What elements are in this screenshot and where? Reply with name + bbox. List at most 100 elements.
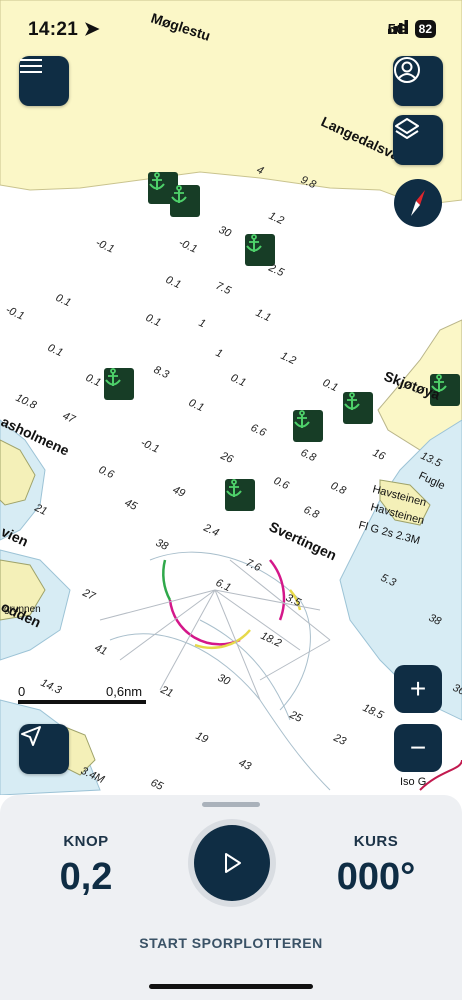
compass-needle-icon [411, 190, 425, 216]
navigation-arrow-icon [21, 726, 41, 746]
menu-button[interactable] [19, 56, 69, 106]
profile-button[interactable] [393, 56, 443, 106]
depth-sounding: 18.5 [361, 702, 386, 722]
depth-sounding: 0.1 [54, 292, 73, 309]
place-label: Svertingen [267, 518, 339, 563]
depth-sounding: 1.2 [279, 350, 298, 367]
status-time: 14:21 ➤ [28, 18, 100, 41]
place-label: Langedalsva [319, 113, 403, 163]
start-tracking-button[interactable] [188, 819, 276, 907]
depth-sounding: 21 [32, 501, 49, 517]
depth-sounding: 30 [217, 224, 234, 240]
status-right: 5G 82 [387, 20, 436, 38]
depth-sounding: 0.1 [144, 312, 163, 329]
locate-me-button[interactable] [19, 724, 69, 774]
depth-sounding: 45 [123, 497, 140, 513]
depth-sounding: -0.1 [94, 237, 116, 256]
depth-sounding: 16 [371, 447, 388, 463]
depth-sounding: 0.1 [46, 342, 65, 359]
depth-sounding: 6.1 [214, 577, 233, 594]
depth-sounding: 9.8 [299, 174, 319, 192]
depth-sounding: 47 [61, 410, 78, 426]
depth-sounding: 8.3 [152, 364, 172, 382]
depth-sounding: 18.2 [259, 630, 283, 650]
drag-handle[interactable] [202, 802, 260, 807]
scale-line [18, 700, 146, 704]
nautical-chart-map[interactable]: Møglestu Langedalsva Skjøtøya asholmene Sver… [0, 0, 462, 795]
speed-readout: KNOP 0,2 [16, 833, 156, 899]
minus-icon: − [409, 732, 427, 763]
depth-sounding: 43 [237, 757, 254, 773]
scale-bar: 0 0,6nm [18, 684, 148, 704]
place-label: grunnen [4, 604, 41, 615]
depth-sounding: 0.1 [84, 372, 103, 389]
home-indicator[interactable] [149, 984, 313, 989]
depth-sounding: 30 [216, 672, 233, 688]
layers-button[interactable] [393, 115, 443, 165]
compass-button[interactable] [394, 179, 442, 227]
zoom-in-button[interactable]: + [394, 665, 442, 713]
depth-sounding: 0.8 [329, 480, 349, 498]
plus-icon: + [409, 673, 427, 704]
depth-sounding: 1.1 [254, 307, 273, 324]
depth-sounding: 0.1 [229, 372, 248, 389]
course-label: KURS [353, 833, 399, 850]
depth-sounding: 1 [197, 317, 208, 330]
depth-sounding: 23 [331, 731, 349, 748]
depth-sounding: 25 [287, 708, 305, 725]
depth-sounding: 19 [194, 730, 210, 746]
depth-sounding: 5.3 [379, 572, 399, 590]
depth-sounding: 6.8 [299, 447, 319, 465]
course-readout: KURS 000° [306, 833, 446, 899]
place-label: Skjøtøya [382, 368, 443, 403]
speed-value: 0,2 [59, 856, 113, 898]
hamburger-menu-icon [20, 59, 42, 73]
battery-level: 82 [414, 20, 436, 38]
place-label: vien [0, 523, 31, 549]
place-label: Fugle [417, 470, 447, 493]
layers-icon [395, 118, 419, 139]
depth-sounding: 0.6 [97, 464, 117, 482]
depth-sounding: 2.4 [201, 521, 221, 539]
depth-sounding: 0.6 [272, 475, 292, 493]
scale-start-label: 0 [18, 684, 26, 699]
cellular-signal-icon [387, 20, 408, 34]
depth-sounding: 38 [427, 612, 444, 628]
depth-sounding: 6.8 [302, 504, 322, 522]
depth-sounding: 7.5 [214, 280, 234, 298]
depth-sounding: -0.1 [177, 237, 199, 256]
scale-end-label: 0,6nm [106, 684, 143, 699]
speed-label: KNOP [63, 833, 109, 850]
depth-sounding: 38 [154, 537, 171, 553]
depth-sounding: 27 [80, 586, 98, 603]
depth-sounding: 0.1 [187, 397, 206, 414]
zoom-out-button[interactable]: − [394, 724, 442, 772]
depth-sounding: 36 [451, 682, 462, 698]
depth-sounding: 21 [158, 683, 175, 699]
depth-sounding: -0.1 [139, 437, 161, 456]
status-time-text: 14:21 [28, 19, 79, 40]
status-bar: 14:21 ➤ 5G 82 [0, 0, 462, 58]
depth-sounding: 2.5 [266, 261, 287, 279]
depth-sounding: 10.8 [14, 392, 39, 412]
depth-sounding: 7.6 [244, 557, 264, 575]
depth-sounding: 1.2 [267, 210, 286, 227]
user-profile-icon [394, 57, 420, 83]
place-label: Iso G [400, 776, 426, 788]
depth-sounding: 26 [218, 449, 236, 466]
depth-sounding: 0.1 [164, 274, 183, 291]
depth-sounding: 1 [214, 347, 225, 360]
start-tracking-label[interactable]: START SPORPLOTTEREN [0, 935, 462, 951]
depth-sounding: 3.5 [284, 592, 304, 610]
depth-sounding: 4 [255, 164, 266, 177]
depth-sounding: 65 [149, 777, 166, 793]
course-value: 000° [336, 856, 416, 898]
location-arrow-icon: ➤ [83, 19, 100, 40]
depth-sounding: 13.5 [419, 450, 444, 470]
depth-sounding: 41 [93, 642, 109, 658]
depth-sounding: 3.4M [79, 765, 107, 787]
play-button-core[interactable] [194, 825, 270, 901]
depth-sounding: 49 [171, 484, 187, 500]
depth-sounding: 6.6 [249, 422, 269, 440]
depth-sounding: -0.1 [4, 304, 26, 323]
